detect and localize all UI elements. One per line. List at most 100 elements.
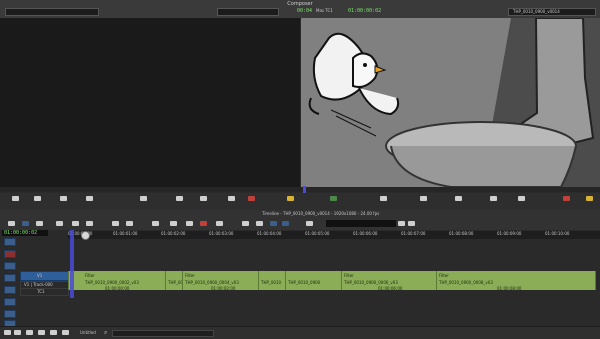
lift-button[interactable] bbox=[56, 221, 63, 226]
record-clip-name: THP_0010_0900_v0014 bbox=[513, 9, 560, 14]
timeline-tc-box: 01:00:00:02 bbox=[2, 230, 48, 236]
timeline-tool-2[interactable] bbox=[22, 221, 29, 226]
rec-lift-button[interactable] bbox=[518, 196, 525, 201]
trim-button[interactable] bbox=[86, 221, 93, 226]
master-tc: 01:00:00:02 bbox=[348, 8, 382, 14]
viewer-position-bars bbox=[0, 187, 600, 192]
side-tool-6[interactable] bbox=[4, 310, 16, 318]
insert-mode-button[interactable] bbox=[282, 221, 289, 226]
ruler-tick: 01:00:03:00 bbox=[209, 231, 234, 236]
step-back-button[interactable] bbox=[34, 196, 41, 201]
clip-tc: 01:00:00:00 bbox=[105, 286, 130, 291]
ruler-tick: 01:00:08:00 bbox=[449, 231, 474, 236]
record-position-indicator[interactable] bbox=[303, 186, 306, 193]
clip-name: THP_0010 bbox=[261, 280, 282, 285]
timeline-clip[interactable]: Filter THP_0010_0900_0008_v03 01:00:08:0… bbox=[436, 271, 596, 291]
status-icon-5[interactable] bbox=[50, 330, 57, 335]
mark-out-button[interactable] bbox=[176, 196, 183, 201]
clip-effect-label: Filter bbox=[439, 273, 449, 278]
ruler-tick: 01:00:05:00 bbox=[305, 231, 330, 236]
splice-button[interactable] bbox=[228, 196, 235, 201]
record-toggle-button[interactable] bbox=[200, 221, 207, 226]
segment-mode-button[interactable] bbox=[112, 221, 119, 226]
timeline-clip[interactable]: THP_0010_0900 bbox=[285, 271, 343, 290]
ruler-tick: 01:00:07:00 bbox=[401, 231, 426, 236]
status-icon-4[interactable] bbox=[38, 330, 45, 335]
clip-tc: 01:00:06:00 bbox=[378, 286, 403, 291]
go-to-in-button[interactable] bbox=[86, 196, 93, 201]
ruler-tick: 01:00:02:00 bbox=[161, 231, 186, 236]
rec-warning-button[interactable] bbox=[586, 196, 593, 201]
effect-button[interactable] bbox=[256, 221, 263, 226]
playhead[interactable] bbox=[70, 230, 74, 298]
timeline-current-tc: 01:00:00:02 bbox=[4, 230, 38, 236]
clip-name: THP_0010_0900 bbox=[288, 280, 321, 285]
overwrite-mode-button[interactable] bbox=[270, 221, 277, 226]
track-header-v1[interactable]: V1 bbox=[20, 271, 69, 281]
match-frame-button[interactable] bbox=[170, 221, 177, 226]
clip-name: THP_0010_0900_0004_v03 bbox=[185, 280, 239, 285]
undo-button[interactable] bbox=[306, 221, 313, 226]
zoom-in-button[interactable] bbox=[398, 221, 405, 226]
track-audio-label: V1 | Track-000 bbox=[24, 282, 53, 287]
rec-step-button[interactable] bbox=[420, 196, 427, 201]
reverse-match-button[interactable] bbox=[186, 221, 193, 226]
audio-button[interactable] bbox=[242, 221, 249, 226]
clip-effect-label: Filter bbox=[344, 273, 354, 278]
playhead-handle[interactable] bbox=[81, 231, 90, 240]
add-edit-button[interactable] bbox=[152, 221, 159, 226]
composer-header: Composer 00:04 Mas TC1 01:00:00:02 THP_0… bbox=[0, 0, 600, 19]
timeline-tool-1[interactable] bbox=[8, 221, 15, 226]
tc-mode-label[interactable]: Mas TC1 bbox=[316, 9, 333, 13]
timeline-clip[interactable]: Filter THP_0010_0900_0004_v03 01:00:02:0… bbox=[182, 271, 260, 291]
overwrite-button[interactable] bbox=[126, 221, 133, 226]
clear-marks-button[interactable] bbox=[200, 196, 207, 201]
link-button[interactable] bbox=[216, 221, 223, 226]
source-timecode-box[interactable] bbox=[217, 8, 279, 16]
status-icon-6[interactable] bbox=[62, 330, 69, 335]
bin-label[interactable]: Untitled bbox=[80, 331, 96, 335]
side-tool-5[interactable] bbox=[4, 298, 16, 306]
track-v1-label: V1 bbox=[37, 273, 43, 278]
rec-clear-button[interactable] bbox=[490, 196, 497, 201]
timeline-tool-3[interactable] bbox=[36, 221, 43, 226]
search-input[interactable] bbox=[112, 330, 214, 337]
source-record-toggle[interactable] bbox=[287, 196, 294, 201]
extract-button[interactable] bbox=[72, 221, 79, 226]
clip-name: THP_0010_0900_0008_v03 bbox=[439, 280, 493, 285]
zoom-out-button[interactable] bbox=[408, 221, 415, 226]
ruler-tick: 01:00:04:00 bbox=[257, 231, 282, 236]
timeline-clip[interactable]: Filter THP_0010_0900_0002_v03 01:00:00:0… bbox=[68, 271, 166, 291]
ruler-tick: 01:00:06:00 bbox=[353, 231, 378, 236]
rec-play-button[interactable] bbox=[380, 196, 387, 201]
timeline-clip[interactable]: Filter THP_0010_0900_0006_v03 01:00:06:0… bbox=[341, 271, 438, 291]
rec-mark-out-button[interactable] bbox=[455, 196, 462, 201]
step-forward-button[interactable] bbox=[60, 196, 67, 201]
status-icon-3[interactable] bbox=[26, 330, 33, 335]
timeline-clip[interactable]: THP_0010 bbox=[258, 271, 287, 290]
side-tool-record[interactable] bbox=[4, 250, 16, 258]
status-icon-2[interactable] bbox=[14, 330, 21, 335]
timeline-scroll-box[interactable] bbox=[326, 220, 396, 227]
side-tool-2[interactable] bbox=[4, 262, 16, 270]
play-button[interactable] bbox=[140, 196, 147, 201]
track-header-tc[interactable]: TC1 bbox=[20, 288, 69, 296]
status-icon-1[interactable] bbox=[4, 330, 11, 335]
side-tool-1[interactable] bbox=[4, 238, 16, 246]
record-button[interactable] bbox=[248, 196, 255, 201]
record-clip-dropdown[interactable]: THP_0010_0900_v0014 bbox=[508, 8, 596, 16]
source-monitor[interactable] bbox=[0, 18, 300, 187]
timeline-toolbar: Timeline - THP_0010_0900_v0014 - 1920x10… bbox=[0, 210, 600, 230]
rec-record-button[interactable] bbox=[563, 196, 570, 201]
source-dropdown[interactable] bbox=[5, 8, 99, 16]
timecode-ruler[interactable]: 01:00:00:00 01:00:01:00 01:00:02:00 01:0… bbox=[68, 231, 600, 239]
side-tool-3[interactable] bbox=[4, 274, 16, 282]
side-tool-4[interactable] bbox=[4, 286, 16, 294]
clip-effect-label: Filter bbox=[85, 273, 95, 278]
rec-mark-in-button[interactable] bbox=[330, 196, 337, 201]
mark-in-button[interactable] bbox=[12, 196, 19, 201]
clip-name: THP_0010_0900_0002_v03 bbox=[85, 280, 139, 285]
record-monitor[interactable] bbox=[301, 18, 600, 187]
search-icon[interactable]: ⌕ bbox=[104, 330, 107, 336]
storyboard-frame-image bbox=[301, 18, 600, 187]
